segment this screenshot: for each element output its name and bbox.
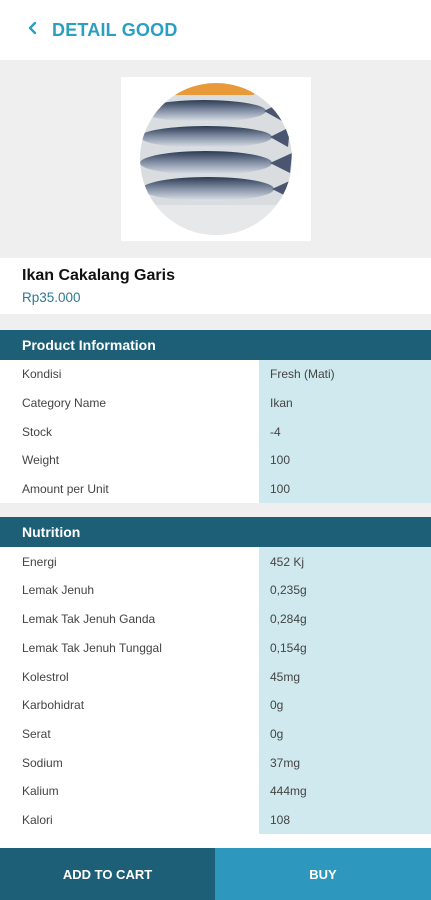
table-row: Serat 0g [0,719,431,749]
product-name: Ikan Cakalang Garis [22,267,175,284]
table-row: Energi 452 Kj [0,547,431,577]
row-label: Kondisi [0,360,259,389]
product-image-area [0,60,431,258]
table-row: Lemak Tak Jenuh Ganda 0,284g [0,604,431,634]
row-label: Weight [0,446,259,475]
product-image [120,77,311,241]
nutrition-table: Energi 452 Kj Lemak Jenuh 0,235g Lemak Tak… [0,547,431,835]
row-value: 0,235g [259,576,431,605]
divider [0,314,431,330]
product-info-header: Product Information [0,330,431,360]
row-label: Amount per Unit [0,474,259,504]
table-row: Karbohidrat 0g [0,690,431,720]
row-value: 0,284g [259,604,431,634]
row-value: -4 [259,417,431,447]
buy-button[interactable]: BUY [215,848,431,900]
nutrition-header: Nutrition [0,517,431,548]
product-price: Rp35.000 [22,290,81,305]
table-row: Lemak Tak Jenuh Tunggal 0,154g [0,633,431,663]
divider [0,503,431,518]
table-row: Kolestrol 45mg [0,662,431,691]
row-label: Kalori [0,805,259,835]
row-label: Stock [0,417,259,447]
table-row: Weight 100 [0,446,431,475]
table-row: Lemak Jenuh 0,235g [0,576,431,605]
row-value: 452 Kj [259,547,431,577]
row-label: Lemak Tak Jenuh Tunggal [0,633,259,663]
table-row: Sodium 37mg [0,748,431,777]
row-label: Sodium [0,748,259,777]
row-value: 37mg [259,748,431,777]
row-value: 45mg [259,662,431,691]
row-value: 108 [259,805,431,835]
row-label: Serat [0,719,259,749]
product-title-block: Ikan Cakalang Garis Rp35.000 [0,258,431,314]
app-header: DETAIL GOOD [0,0,431,60]
table-row: Kalori 108 [0,805,431,835]
back-button[interactable]: DETAIL GOOD [26,20,178,41]
row-value: 0g [259,719,431,749]
row-label: Lemak Tak Jenuh Ganda [0,604,259,634]
product-info-table: Kondisi Fresh (Mati) Category Name Ikan St… [0,360,431,504]
table-row: Kondisi Fresh (Mati) [0,360,431,389]
row-value: 100 [259,446,431,475]
page-title: DETAIL GOOD [52,19,178,40]
bottom-action-bar: ADD TO CART BUY [0,848,431,900]
row-value: Fresh (Mati) [259,360,431,389]
row-label: Lemak Jenuh [0,576,259,605]
table-row: Amount per Unit 100 [0,474,431,504]
row-value: 0g [259,690,431,720]
table-row: Kalium 444mg [0,776,431,806]
table-row: Stock -4 [0,417,431,447]
row-value: 0,154g [259,633,431,663]
row-value: Ikan [259,388,431,418]
row-label: Category Name [0,388,259,418]
chevron-left-icon [26,21,52,40]
table-row: Category Name Ikan [0,388,431,418]
row-label: Karbohidrat [0,690,259,720]
add-to-cart-button[interactable]: ADD TO CART [0,848,215,900]
row-label: Kalium [0,776,259,806]
row-value: 100 [259,474,431,504]
row-label: Energi [0,547,259,577]
row-label: Kolestrol [0,662,259,691]
row-value: 444mg [259,776,431,806]
